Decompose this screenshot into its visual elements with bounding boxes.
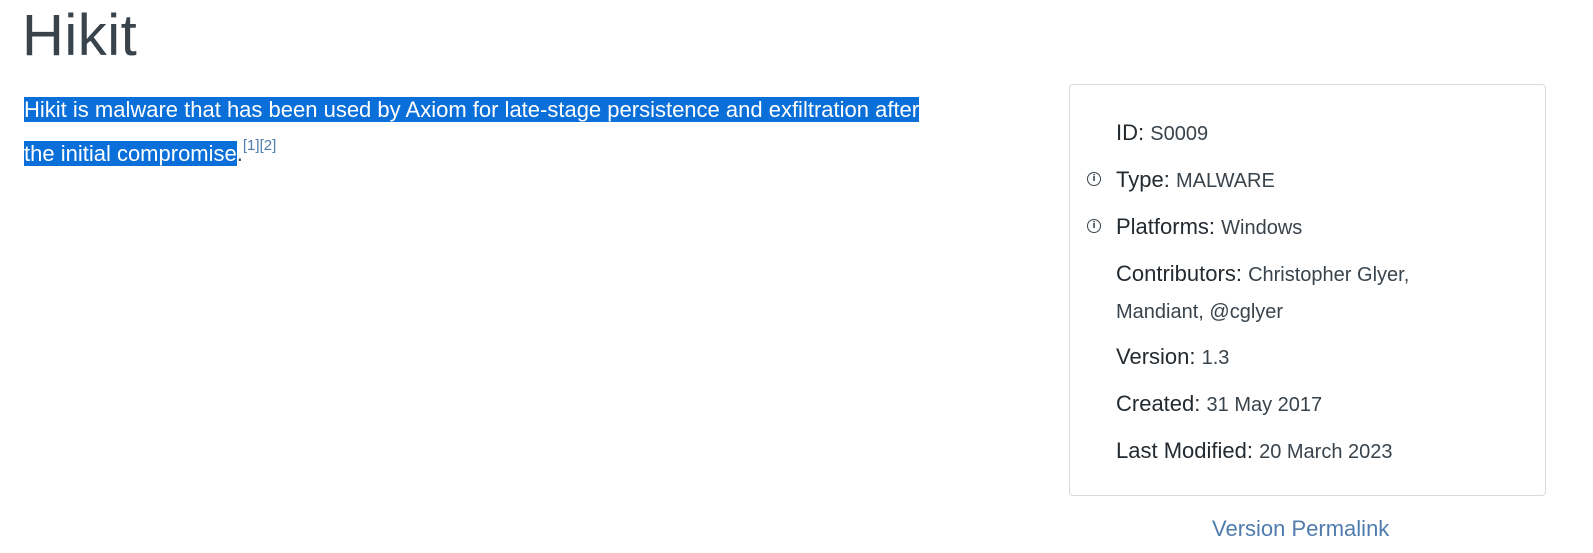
description-text-selected-line2: the initial compromise — [24, 141, 237, 166]
version-value: 1.3 — [1201, 347, 1230, 369]
info-icon[interactable]: i — [1087, 219, 1101, 233]
contributors-value-line2: Mandiant, @cglyer — [1116, 301, 1284, 323]
citation-link-1[interactable]: [1] — [243, 137, 260, 154]
version-permalink-link[interactable]: Version Permalink — [1212, 511, 1389, 547]
id-row: ID: S0009 — [1116, 115, 1516, 152]
type-row: i Type: MALWARE — [1087, 162, 1516, 199]
contributors-row: Contributors: Christopher Glyer, Mandian… — [1116, 256, 1516, 330]
id-label: ID: — [1116, 120, 1145, 145]
info-card: ID: S0009 i Type: MALWARE i Platforms: W… — [1069, 84, 1546, 496]
description-paragraph: Hikit is malware that has been used by A… — [24, 88, 1004, 176]
page-title: Hikit — [22, 3, 138, 68]
version-label: Version: — [1116, 344, 1196, 369]
contributors-value-line1: Christopher Glyer, — [1248, 264, 1410, 286]
id-value: S0009 — [1150, 123, 1209, 145]
version-row: Version: 1.3 — [1116, 339, 1516, 376]
type-label: Type: — [1116, 167, 1170, 192]
contributors-label: Contributors: — [1116, 261, 1242, 286]
last-modified-label: Last Modified: — [1116, 438, 1253, 463]
platforms-label: Platforms: — [1116, 214, 1216, 239]
last-modified-value: 20 March 2023 — [1259, 441, 1393, 463]
citation-link-2[interactable]: [2] — [260, 137, 277, 154]
last-modified-row: Last Modified: 20 March 2023 — [1116, 433, 1516, 470]
type-value: MALWARE — [1175, 170, 1275, 192]
created-row: Created: 31 May 2017 — [1116, 386, 1516, 423]
description-text-selected: Hikit is malware that has been used by A… — [24, 97, 920, 122]
platforms-row: i Platforms: Windows — [1087, 209, 1516, 246]
created-label: Created: — [1116, 391, 1201, 416]
created-value: 31 May 2017 — [1206, 394, 1323, 416]
info-icon[interactable]: i — [1087, 172, 1101, 186]
platforms-value: Windows — [1221, 217, 1303, 239]
